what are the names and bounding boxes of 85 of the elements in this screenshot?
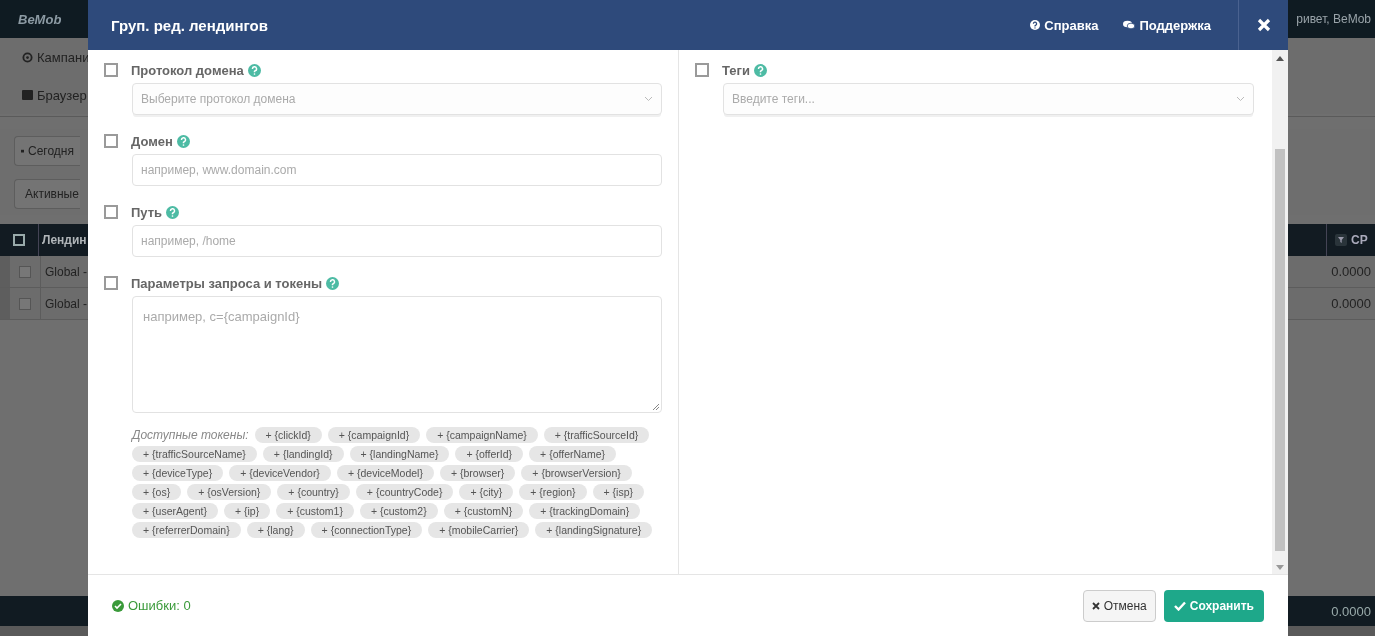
checkbox[interactable] [19, 297, 31, 310]
chevron-icon [644, 96, 653, 102]
checkbox[interactable] [104, 134, 118, 148]
token-chip[interactable]: + {osVersion} [187, 484, 272, 500]
checkbox[interactable] [104, 63, 118, 77]
placeholder: Выберите протокол домена [141, 92, 296, 106]
token-chip[interactable]: + {referrerDomain} [132, 522, 241, 538]
token-chip[interactable]: + {custom1} [276, 503, 354, 519]
field-label: Путь [131, 204, 163, 220]
tokens-label: Доступные токены: [132, 428, 249, 442]
target-icon [22, 51, 33, 63]
cancel-button[interactable]: Отмена [1082, 589, 1156, 622]
checkbox[interactable] [19, 265, 31, 278]
token-chip[interactable]: + {landingId} [262, 446, 344, 462]
field-label: Параметры запроса и токены [131, 275, 323, 291]
scrollbar[interactable] [1272, 50, 1288, 574]
token-chip[interactable]: + {region} [519, 484, 587, 500]
field-label: Теги [722, 62, 750, 78]
field-label: Домен [131, 133, 173, 149]
scroll-up-icon[interactable] [1276, 56, 1284, 61]
filter-icon[interactable] [1335, 234, 1347, 246]
token-chip[interactable]: + {mobileCarrier} [428, 522, 530, 538]
token-chip[interactable]: + {clickId} [254, 427, 322, 443]
help-icon[interactable] [247, 63, 261, 77]
token-chip[interactable]: + {campaignId} [327, 427, 421, 443]
token-chip[interactable]: + {city} [459, 484, 514, 500]
token-chip[interactable]: + {connectionType} [310, 522, 423, 538]
chevron-icon [1236, 96, 1245, 102]
scroll-down-icon[interactable] [1276, 565, 1284, 570]
column-header[interactable]: Лендин [39, 233, 87, 247]
resize-grip-icon[interactable] [652, 403, 660, 411]
token-chip[interactable]: + {landingSignature} [535, 522, 653, 538]
table-cell: 0.0000 [1331, 264, 1371, 279]
checkbox[interactable] [104, 205, 118, 219]
placeholder: Введите теги... [732, 92, 815, 106]
table-cell-text: Global - [44, 296, 88, 311]
table-cell: 0.0000 [1331, 296, 1371, 311]
token-chip[interactable]: + {offerName} [529, 446, 616, 462]
greeting[interactable]: ривет, BeMob [1296, 12, 1371, 26]
token-chip[interactable]: + {deviceType} [132, 465, 224, 481]
help-icon[interactable] [326, 276, 340, 290]
header-link[interactable]: Справка [1030, 17, 1099, 33]
help-icon [1030, 20, 1041, 30]
help-icon[interactable] [176, 134, 190, 148]
chat-icon [1123, 20, 1136, 30]
token-chip[interactable]: + {country} [277, 484, 350, 500]
check-circle-icon [112, 599, 124, 612]
total-cell: 0.0000 [1331, 603, 1371, 619]
field-label: Протокол домена [131, 62, 244, 78]
help-icon[interactable] [753, 63, 767, 77]
help-icon[interactable] [166, 205, 180, 219]
checkbox[interactable] [695, 63, 709, 77]
token-chip[interactable]: + {browserVersion} [521, 465, 632, 481]
token-chip[interactable]: + {lang} [246, 522, 305, 538]
token-chip[interactable]: + {landingName} [349, 446, 450, 462]
token-chip[interactable]: + {userAgent} [132, 503, 218, 519]
date-button[interactable]: Сегодня [14, 135, 80, 166]
token-chip[interactable]: + {ip} [223, 503, 271, 519]
token-chip[interactable]: + {os} [132, 484, 182, 500]
token-chip[interactable]: + {trackingDomain} [529, 503, 641, 519]
close-icon [1256, 18, 1271, 32]
checkbox[interactable] [104, 276, 118, 290]
token-chip[interactable]: + {countryCode} [355, 484, 454, 500]
check-icon [1173, 600, 1186, 611]
error-count: Ошибки: 0 [128, 598, 191, 613]
header-link[interactable]: Поддержка [1123, 17, 1211, 33]
token-chip[interactable]: + {offerId} [455, 446, 524, 462]
window-icon [22, 90, 33, 100]
table-cell-text: Global - [44, 264, 88, 279]
checkbox[interactable] [13, 234, 25, 246]
row-handle[interactable] [0, 256, 10, 287]
token-chip[interactable]: + {browser} [439, 465, 516, 481]
token-chip[interactable]: + {deviceModel} [336, 465, 434, 481]
filter-button[interactable]: Активные [14, 178, 80, 209]
token-chip[interactable]: + {campaignName} [426, 427, 538, 443]
logo[interactable]: BeMob [18, 11, 62, 27]
token-chip[interactable]: + {trafficSourceId} [543, 427, 650, 443]
token-chip[interactable]: + {customN} [443, 503, 524, 519]
column-header[interactable]: CP [1351, 233, 1368, 247]
close-icon [1091, 601, 1100, 610]
token-chip[interactable]: + {isp} [592, 484, 645, 500]
modal-title: Груп. ред. лендингов [110, 16, 269, 34]
token-chip[interactable]: + {deviceVendor} [229, 465, 331, 481]
token-chip[interactable]: + {trafficSourceName} [132, 446, 257, 462]
token-chip[interactable]: + {custom2} [359, 503, 438, 519]
